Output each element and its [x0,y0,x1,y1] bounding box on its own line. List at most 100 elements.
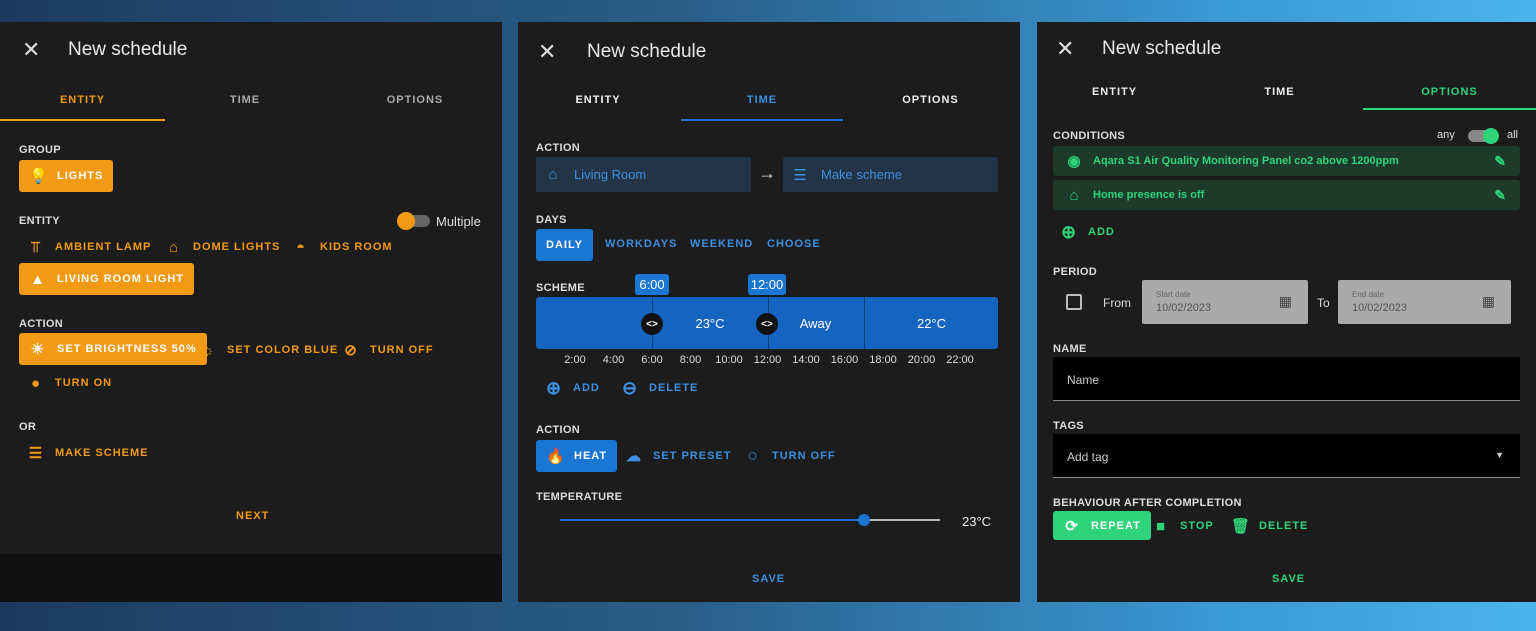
any-all-toggle[interactable] [1468,128,1499,144]
service-field[interactable]: ☰ Make scheme [783,157,998,192]
action-heat[interactable]: 🔥 HEAT [536,440,618,472]
group-label: GROUP [19,144,61,156]
tab-indicator [681,119,843,121]
action-turn-off[interactable]: ○ TURN OFF [744,446,836,465]
time-tick-label: 10:00 [715,354,743,366]
drag-handle-icon[interactable]: <> [756,313,778,335]
temperature-label: TEMPERATURE [536,491,623,503]
from-label: From [1103,296,1131,310]
entity-panel: ✕ New schedule ENTITY TIME OPTIONS GROUP… [0,22,502,602]
lights-group-button[interactable]: 💡 LIGHTS [19,160,114,192]
tab-time[interactable]: TIME [165,94,325,106]
behaviour-repeat[interactable]: ⟳ REPEAT [1053,511,1151,540]
scheme-segment[interactable]: Away [768,297,863,349]
name-input[interactable]: Name [1053,357,1520,401]
stop-icon: ■ [1155,517,1167,535]
temperature-value: 23°C [962,514,992,529]
multiple-toggle[interactable] [397,212,430,230]
make-scheme-button[interactable]: ☰ MAKE SCHEME [27,444,149,462]
tab-time[interactable]: TIME [1197,86,1362,98]
days-daily[interactable]: DAILY [536,229,593,261]
action-label: ACTION [19,318,63,330]
slider-thumb[interactable] [858,514,870,526]
action-set-preset[interactable]: ☁ SET PRESET [625,447,731,465]
any-label: any [1437,129,1455,141]
remove-circle-icon: ⊖ [621,377,639,398]
condition-item[interactable]: ◉ Aqara S1 Air Quality Monitoring Panel … [1053,146,1520,176]
action-label: ACTION [536,142,580,154]
pencil-icon[interactable]: ✎ [1494,153,1506,170]
pendant-light-icon: ▲ [30,270,46,288]
time-tick-label: 12:00 [753,354,782,366]
save-button[interactable]: SAVE [1272,573,1305,585]
scheme-segment[interactable]: 23°C [652,297,768,349]
action-turn-off[interactable]: ⊘ TURN OFF [342,341,434,359]
scheme-icon: ☰ [28,445,44,462]
time-tick-label: 6:00 [641,354,663,366]
time-tick-label: 16:00 [830,354,859,366]
calendar-icon[interactable]: ▦ [1482,293,1495,310]
tab-entity[interactable]: ENTITY [1037,86,1192,98]
entity-dome-lights[interactable]: ⌂ DOME LIGHTS [165,238,280,256]
fire-icon: 🔥 [546,448,566,465]
save-button[interactable]: SAVE [752,573,785,585]
add-circle-icon: ⊕ [545,377,563,398]
scheme-segment[interactable]: 22°C [864,297,998,349]
period-checkbox[interactable] [1066,294,1082,310]
page-title: New schedule [1102,38,1222,59]
action-turn-on[interactable]: ● TURN ON [27,374,112,392]
temperature-slider[interactable] [560,514,940,526]
condition-item[interactable]: ⌂ Home presence is off ✎ [1053,180,1520,210]
next-button[interactable]: NEXT [236,510,269,522]
tab-indicator [0,119,165,121]
or-label: OR [19,421,37,433]
brightness-icon: ☀ [30,341,46,358]
calendar-icon[interactable]: ▦ [1279,293,1292,310]
tab-options[interactable]: OPTIONS [330,94,500,106]
repeat-icon: ⟳ [1065,517,1079,535]
days-choose[interactable]: CHOOSE [767,238,821,250]
multiple-label: Multiple [436,214,481,229]
to-label: To [1317,296,1330,310]
tags-select[interactable]: Add tag ▼ [1053,434,1520,478]
pencil-icon[interactable]: ✎ [1494,187,1506,204]
entity-kids-room[interactable]: ◓ KIDS ROOM [292,238,393,256]
drag-handle-icon[interactable]: <> [641,313,663,335]
behaviour-delete[interactable]: 🗑 DELETE [1231,517,1308,535]
add-slot-button[interactable]: ⊕ ADD [545,377,600,398]
time-tick-label: 2:00 [564,354,586,366]
days-weekend[interactable]: WEEKEND [690,238,753,250]
bulb-icon: 💡 [29,168,49,185]
close-icon[interactable]: ✕ [22,39,40,61]
delete-slot-button[interactable]: ⊖ DELETE [621,377,698,398]
entity-living-room-light[interactable]: ▲ LIVING ROOM LIGHT [19,263,194,295]
tab-entity[interactable]: ENTITY [0,94,165,106]
name-label: NAME [1053,343,1087,355]
tab-options[interactable]: OPTIONS [1363,86,1536,98]
action-set-color-blue[interactable]: ☼ SET COLOR BLUE [199,341,338,359]
tab-time[interactable]: TIME [681,94,843,106]
time-pin-end: 12:00 [748,274,786,295]
close-icon[interactable]: ✕ [538,41,556,63]
tab-options[interactable]: OPTIONS [848,94,1013,106]
all-label: all [1507,129,1519,141]
days-label: DAYS [536,214,567,226]
tab-entity[interactable]: ENTITY [518,94,678,106]
toggle-knob [1483,128,1499,144]
area-field[interactable]: ⌂ Living Room [536,157,751,192]
options-panel: ✕ New schedule ENTITY TIME OPTIONS CONDI… [1037,22,1536,602]
end-date-field[interactable]: End date 10/02/2023 ▦ [1338,280,1511,324]
entity-ambient-lamp[interactable]: ⫪ AMBIENT LAMP [27,238,151,256]
add-circle-icon: ⊕ [1060,221,1078,242]
behaviour-stop[interactable]: ■ STOP [1152,517,1214,535]
dropdown-arrow-icon[interactable]: ▼ [1495,450,1504,460]
toggle-knob [397,212,415,230]
action-label: ACTION [536,424,580,436]
action-set-brightness[interactable]: ☀ SET BRIGHTNESS 50% [19,333,207,365]
home-icon: ⌂ [548,166,558,183]
close-icon[interactable]: ✕ [1056,38,1074,60]
add-condition-button[interactable]: ⊕ ADD [1060,221,1115,242]
panel-footer [0,554,502,602]
start-date-field[interactable]: Start date 10/02/2023 ▦ [1142,280,1308,324]
days-workdays[interactable]: WORKDAYS [605,238,677,250]
